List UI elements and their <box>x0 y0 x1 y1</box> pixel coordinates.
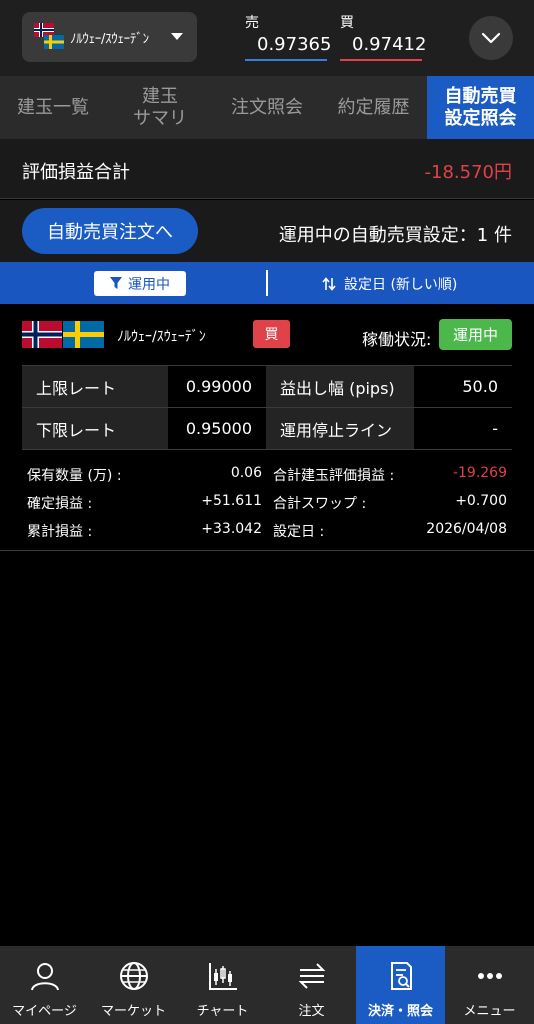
candlestick-icon <box>207 960 239 992</box>
stats-list: 保有数量 (万) : 0.06 合計建玉評価損益 : -19.269 確定損益 … <box>27 461 507 545</box>
grid-label: 下限レート <box>22 408 168 449</box>
sort-icon <box>322 277 336 291</box>
order-row: 自動売買注文へ 運用中の自動売買設定：1 件 <box>0 200 534 262</box>
top-header: ﾉﾙｳｪｰ/ｽｳｪｰﾃﾞﾝ 売 0.97365 買 0.97412 <box>0 0 534 76</box>
status-badge: 運用中 <box>439 319 512 350</box>
stat-value: +0.700 <box>455 493 507 509</box>
stat-label: 合計スワップ : <box>273 496 367 512</box>
tab-order-inquiry[interactable]: 注文照会 <box>214 76 320 139</box>
expand-button[interactable] <box>469 16 513 60</box>
nav-market[interactable]: マーケット <box>89 946 178 1024</box>
stat-value: 2026/04/08 <box>426 521 507 537</box>
filter-button[interactable]: 運用中 <box>94 271 186 296</box>
auto-trade-order-button[interactable]: 自動売買注文へ <box>22 208 198 254</box>
filter-bar: 運用中 設定日 (新しい順) <box>0 262 534 304</box>
grid-value: - <box>414 408 512 449</box>
stat-label: 確定損益 : <box>27 496 93 512</box>
sell-label: 売 <box>245 15 259 31</box>
sort-button[interactable]: 設定日 (新しい順) <box>322 274 457 294</box>
pair-flags-icon <box>34 23 64 51</box>
currency-pair-select[interactable]: ﾉﾙｳｪｰ/ｽｳｪｰﾃﾞﾝ <box>22 12 197 62</box>
grid-label: 益出し幅 (pips) <box>266 366 414 407</box>
document-search-icon <box>385 960 417 992</box>
filter-label: 運用中 <box>128 276 170 293</box>
nav-chart[interactable]: チャート <box>178 946 267 1024</box>
auto-trade-card[interactable]: ﾉﾙｳｪｰ/ｽｳｪｰﾃﾞﾝ 買 稼働状況: 運用中 上限レート 0.99000 … <box>0 304 534 551</box>
stat-row: 保有数量 (万) : 0.06 合計建玉評価損益 : -19.269 <box>27 461 507 489</box>
nav-menu[interactable]: メニュー <box>445 946 534 1024</box>
tab-label: 注文照会 <box>231 96 303 118</box>
chevron-down-icon <box>171 33 183 40</box>
grid-value: 0.95000 <box>168 408 266 449</box>
nav-label: マイページ <box>12 1004 77 1019</box>
nav-mypage[interactable]: マイページ <box>0 946 89 1024</box>
nav-label: チャート <box>196 1004 249 1019</box>
tab-label: 建玉一覧 <box>17 96 89 118</box>
buy-label: 買 <box>340 15 354 31</box>
stat-value: -19.269 <box>452 465 507 481</box>
tab-positions[interactable]: 建玉一覧 <box>0 76 106 139</box>
tab-bar: 建玉一覧 建玉 サマリ 注文照会 約定履歴 自動売買 設定照会 <box>0 76 534 139</box>
rate-grid: 上限レート 0.99000 益出し幅 (pips) 50.0 下限レート 0.9… <box>22 365 512 450</box>
buy-value: 0.97412 <box>340 34 426 61</box>
grid-label: 上限レート <box>22 366 168 407</box>
sell-quote: 売 0.97365 <box>245 12 331 61</box>
side-badge: 買 <box>253 320 290 348</box>
stat-row: 確定損益 : +51.611 合計スワップ : +0.700 <box>27 489 507 517</box>
card-pair-name: ﾉﾙｳｪｰ/ｽｳｪｰﾃﾞﾝ <box>117 329 206 345</box>
sort-label: 設定日 (新しい順) <box>344 277 458 293</box>
stat-label: 合計建玉評価損益 : <box>273 468 395 484</box>
nav-label: 注文 <box>298 1004 325 1019</box>
pl-summary: 評価損益合計 -18.570円 <box>0 139 534 199</box>
tab-position-summary[interactable]: 建玉 サマリ <box>106 76 214 139</box>
grid-label: 運用停止ライン <box>266 408 414 449</box>
more-icon <box>474 960 506 992</box>
buy-quote: 買 0.97412 <box>340 12 426 61</box>
grid-value: 0.99000 <box>168 366 266 407</box>
filter-divider <box>266 270 268 296</box>
nav-label: 決済・照会 <box>367 1004 433 1019</box>
nav-label: マーケット <box>100 1004 166 1019</box>
active-settings-count: 運用中の自動売買設定：1 件 <box>278 225 512 246</box>
person-icon <box>29 960 61 992</box>
stat-value: +51.611 <box>201 493 262 509</box>
stat-value: 0.06 <box>230 465 262 481</box>
tab-label: 約定履歴 <box>337 96 410 118</box>
grid-row: 下限レート 0.95000 運用停止ライン - <box>22 408 512 450</box>
arrows-icon <box>296 960 328 992</box>
chevron-down-icon <box>481 32 501 44</box>
tab-auto-trade-settings[interactable]: 自動売買 設定照会 <box>427 76 534 139</box>
stat-value: +33.042 <box>201 521 262 537</box>
nav-order[interactable]: 注文 <box>267 946 356 1024</box>
summary-label: 評価損益合計 <box>22 162 130 183</box>
stat-row: 累計損益 : +33.042 設定日 : 2026/04/08 <box>27 517 507 545</box>
grid-row: 上限レート 0.99000 益出し幅 (pips) 50.0 <box>22 366 512 408</box>
filter-icon <box>110 277 122 289</box>
nav-label: メニュー <box>463 1004 516 1019</box>
stat-label: 保有数量 (万) : <box>27 468 122 484</box>
summary-value: -18.570円 <box>424 162 512 183</box>
tab-execution-history[interactable]: 約定履歴 <box>320 76 427 139</box>
tab-label: 自動売買 設定照会 <box>444 85 517 129</box>
pair-label: ﾉﾙｳｪｰ/ｽｳｪｰﾃﾞﾝ <box>70 31 149 47</box>
pair-flags-icon <box>22 321 104 348</box>
stat-label: 累計損益 : <box>27 524 93 540</box>
status-label: 稼働状況: <box>362 330 432 349</box>
bottom-nav: マイページ マーケット チャート 注文 決済・照会 メニュー <box>0 946 534 1024</box>
nav-settlement-inquiry[interactable]: 決済・照会 <box>356 946 445 1024</box>
stat-label: 設定日 : <box>273 524 325 540</box>
grid-value: 50.0 <box>414 366 512 407</box>
sell-value: 0.97365 <box>245 34 331 61</box>
globe-icon <box>118 960 150 992</box>
tab-label: 建玉 サマリ <box>133 85 187 129</box>
